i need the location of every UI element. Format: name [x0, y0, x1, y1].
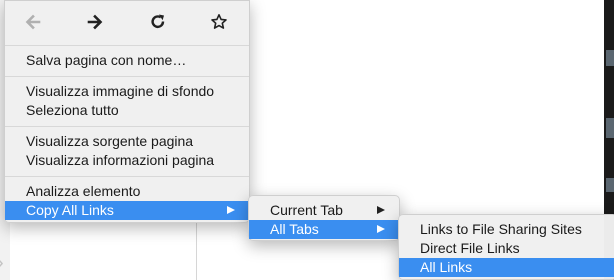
submenu-arrow-icon — [377, 225, 385, 233]
navigation-toolbar — [5, 5, 249, 39]
context-menu: Salva pagina con nome… Visualizza immagi… — [4, 0, 250, 223]
menu-item-label: All Links — [420, 259, 473, 275]
forward-arrow-icon[interactable] — [84, 11, 106, 33]
menu-item-save-page-as[interactable]: Salva pagina con nome… — [5, 51, 249, 70]
menu-item-label: Current Tab — [270, 202, 343, 218]
menu-item-label: Direct File Links — [420, 240, 520, 256]
menu-item-current-tab[interactable]: Current Tab — [249, 201, 399, 220]
menu-item-label: Copy All Links — [26, 202, 114, 218]
submenu-arrow-icon — [227, 206, 235, 214]
menu-item-view-page-source[interactable]: Visualizza sorgente pagina — [5, 132, 249, 151]
submenu-arrow-icon — [377, 206, 385, 214]
back-arrow-icon[interactable] — [22, 11, 44, 33]
menu-item-all-tabs[interactable]: All Tabs — [249, 220, 399, 239]
separator — [5, 76, 249, 77]
menu-item-direct-file-links[interactable]: Direct File Links — [399, 239, 614, 258]
chevron-right-icon[interactable]: › — [0, 253, 4, 273]
menu-item-label: Analizza elemento — [26, 183, 141, 199]
menu-item-select-all[interactable]: Seleziona tutto — [5, 101, 249, 120]
menu-item-copy-all-links[interactable]: Copy All Links — [5, 201, 249, 220]
menu-item-all-links[interactable]: All Links — [399, 258, 614, 277]
menu-item-view-page-info[interactable]: Visualizza informazioni pagina — [5, 151, 249, 170]
menu-item-file-sharing-links[interactable]: Links to File Sharing Sites — [399, 220, 614, 239]
menu-item-label: Links to File Sharing Sites — [420, 221, 582, 237]
separator — [5, 45, 249, 46]
menu-item-inspect-element[interactable]: Analizza elemento — [5, 182, 249, 201]
separator — [5, 176, 249, 177]
page-divider — [196, 216, 197, 280]
menu-item-label: Seleziona tutto — [26, 102, 119, 118]
bookmark-star-icon[interactable] — [208, 11, 230, 33]
reload-icon[interactable] — [147, 11, 169, 33]
menu-item-label: Visualizza immagine di sfondo — [26, 83, 215, 99]
menu-item-label: Visualizza sorgente pagina — [26, 133, 194, 149]
menu-item-label: Visualizza informazioni pagina — [26, 152, 215, 168]
submenu-all-tabs: Links to File Sharing Sites Direct File … — [398, 214, 614, 280]
separator — [5, 126, 249, 127]
menu-item-label: Salva pagina con nome… — [26, 52, 187, 68]
menu-item-label: All Tabs — [270, 221, 319, 237]
submenu-copy-all-links: Current Tab All Tabs — [248, 195, 400, 241]
menu-item-view-background-image[interactable]: Visualizza immagine di sfondo — [5, 82, 249, 101]
